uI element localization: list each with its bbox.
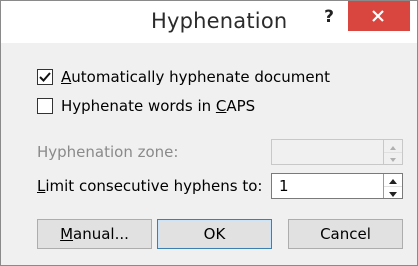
limit-consecutive-value[interactable]: 1 bbox=[279, 177, 289, 195]
limit-consecutive-spinner[interactable]: 1 bbox=[271, 173, 403, 199]
dialog-title: Hyphenation bbox=[151, 9, 288, 33]
title-bar[interactable]: Hyphenation ? bbox=[1, 1, 417, 43]
hyphenation-zone-label: Hyphenation zone: bbox=[37, 143, 179, 161]
help-button[interactable]: ? bbox=[315, 3, 343, 31]
checkmark-icon bbox=[39, 72, 51, 82]
hyphenate-caps-label: Hyphenate words in CAPS bbox=[61, 97, 256, 115]
auto-hyphenate-checkbox[interactable] bbox=[37, 69, 53, 85]
hyphenation-zone-spinner bbox=[271, 139, 403, 165]
auto-hyphenate-label: Automatically hyphenate document bbox=[61, 68, 331, 86]
spin-down-icon bbox=[389, 192, 397, 197]
cancel-button[interactable]: Cancel bbox=[288, 219, 403, 249]
hyphenation-zone-arrows bbox=[383, 140, 402, 164]
limit-consecutive-label: Limit consecutive hyphens to: bbox=[37, 177, 263, 195]
hyphenate-caps-checkbox[interactable] bbox=[37, 98, 53, 114]
ok-button[interactable]: OK bbox=[157, 219, 272, 249]
spin-down-icon bbox=[384, 152, 402, 164]
hyphenate-caps-option[interactable]: Hyphenate words in CAPS bbox=[37, 96, 255, 116]
close-icon bbox=[372, 10, 384, 22]
help-icon: ? bbox=[324, 7, 334, 27]
manual-button[interactable]: Manual... bbox=[37, 219, 152, 249]
hyphenation-dialog: Hyphenation ? Automatically hyphenate do… bbox=[0, 0, 418, 266]
limit-consecutive-arrows bbox=[383, 174, 402, 198]
spin-down-button[interactable] bbox=[384, 186, 402, 198]
auto-hyphenate-option[interactable]: Automatically hyphenate document bbox=[37, 67, 330, 87]
close-button[interactable] bbox=[348, 1, 410, 31]
